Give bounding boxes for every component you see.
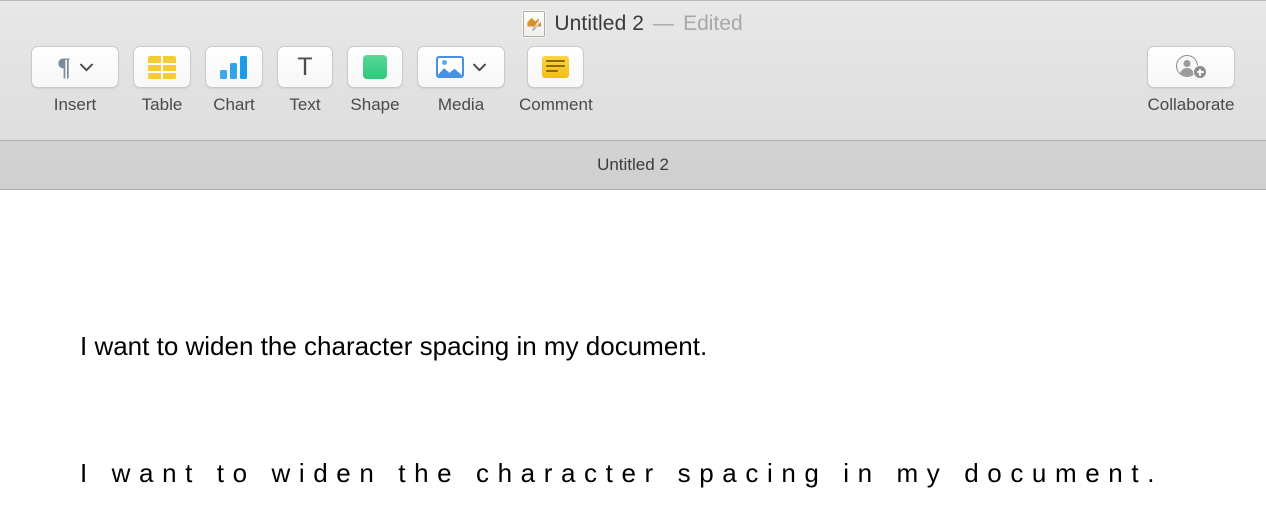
- sticky-note-icon: [542, 56, 570, 78]
- toolbar-main-group: ¶ Insert Table Chart T Text Shape Media …: [24, 46, 600, 115]
- chart-button[interactable]: [205, 46, 263, 88]
- comment-label: Comment: [519, 95, 593, 114]
- table-label: Table: [141, 95, 183, 114]
- document-canvas[interactable]: I want to widen the character spacing in…: [0, 191, 1266, 521]
- toolbar: ¶ Insert Table Chart T Text Shape Media …: [0, 46, 1266, 141]
- table-button[interactable]: [133, 46, 191, 88]
- add-person-icon: [1175, 55, 1207, 79]
- media-button[interactable]: [417, 46, 505, 88]
- pages-document-icon: [523, 10, 546, 37]
- toolbar-item-comment[interactable]: Comment: [519, 46, 593, 115]
- window-title: Untitled 2: [554, 11, 645, 35]
- insert-label: Insert: [53, 95, 97, 114]
- toolbar-item-insert[interactable]: ¶ Insert: [31, 46, 119, 115]
- text-label: Text: [289, 95, 321, 114]
- title-separator: —: [653, 11, 675, 35]
- media-label: Media: [437, 95, 485, 114]
- pages-window: Untitled 2 — Edited ¶ Insert Table Chart…: [0, 0, 1266, 521]
- window-chrome: Untitled 2 — Edited ¶ Insert Table Chart…: [0, 0, 1266, 140]
- shape-label: Shape: [350, 95, 400, 114]
- text-button[interactable]: T: [277, 46, 333, 88]
- insert-button[interactable]: ¶: [31, 46, 119, 88]
- chart-label: Chart: [213, 95, 255, 114]
- toolbar-item-media[interactable]: Media: [417, 46, 505, 115]
- document-tab-bar[interactable]: Untitled 2: [0, 140, 1266, 190]
- pilcrow-icon: ¶: [57, 53, 71, 81]
- shape-icon: [363, 55, 387, 79]
- collaborate-label: Collaborate: [1147, 95, 1235, 114]
- edited-badge: Edited: [683, 11, 743, 35]
- comment-button[interactable]: [527, 46, 585, 88]
- chevron-down-icon: [79, 63, 93, 71]
- toolbar-item-shape[interactable]: Shape: [347, 46, 403, 115]
- collaborate-button[interactable]: [1147, 46, 1235, 88]
- titlebar: Untitled 2 — Edited: [0, 1, 1266, 46]
- paragraph-wide-spacing[interactable]: I want to widen the character spacing in…: [80, 458, 1266, 489]
- toolbar-item-table[interactable]: Table: [133, 46, 191, 115]
- document-tab-title: Untitled 2: [597, 155, 669, 174]
- paragraph-normal-spacing[interactable]: I want to widen the character spacing in…: [80, 331, 1266, 362]
- toolbar-item-chart[interactable]: Chart: [205, 46, 263, 115]
- toolbar-item-collaborate[interactable]: Collaborate: [1147, 46, 1235, 115]
- chevron-down-icon: [473, 63, 486, 71]
- bar-chart-icon: [220, 55, 248, 79]
- toolbar-item-text[interactable]: T Text: [277, 46, 333, 115]
- table-icon: [148, 55, 176, 79]
- photo-icon: [436, 56, 464, 78]
- text-t-icon: T: [297, 52, 313, 81]
- shape-button[interactable]: [347, 46, 403, 88]
